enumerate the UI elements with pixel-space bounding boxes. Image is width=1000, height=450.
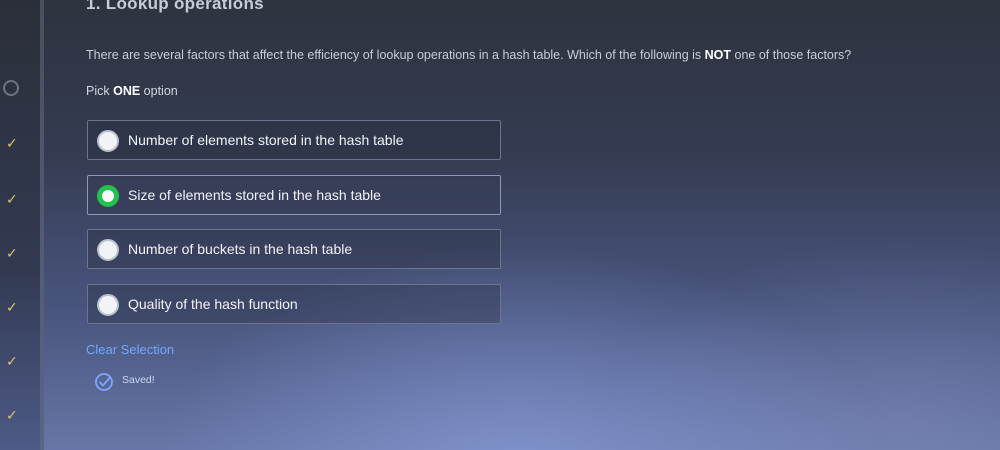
clear-selection-link[interactable]: Clear Selection <box>86 342 174 357</box>
option-label: Size of elements stored in the hash tabl… <box>128 187 381 203</box>
pick-suffix: option <box>140 84 178 98</box>
pick-prefix: Pick <box>86 84 114 98</box>
option-label: Number of elements stored in the hash ta… <box>128 132 404 148</box>
question-title: 1. Lookup operations <box>86 0 264 13</box>
pick-emphasis: ONE <box>113 84 141 98</box>
check-circle-icon <box>95 373 113 391</box>
selected-radio-icon[interactable] <box>97 185 119 207</box>
option-label: Quality of the hash function <box>128 296 298 312</box>
option-2[interactable]: Size of elements stored in the hash tabl… <box>87 175 501 215</box>
pick-instruction: Pick ONE option <box>86 84 178 98</box>
radio-button[interactable] <box>97 294 119 316</box>
check-icon[interactable]: ✓ <box>6 246 18 262</box>
rail-divider <box>40 0 44 450</box>
question-text-before: There are several factors that affect th… <box>86 48 705 62</box>
check-icon[interactable]: ✓ <box>6 192 18 208</box>
check-icon[interactable]: ✓ <box>6 300 18 316</box>
question-text-emphasis: NOT <box>704 48 732 62</box>
check-icon[interactable]: ✓ <box>6 136 18 152</box>
check-icon[interactable]: ✓ <box>6 408 18 424</box>
saved-label: Saved! <box>122 374 155 386</box>
option-4[interactable]: Quality of the hash function <box>87 284 501 324</box>
option-3[interactable]: Number of buckets in the hash table <box>87 229 501 269</box>
radio-button[interactable] <box>97 130 119 152</box>
current-question-indicator[interactable] <box>3 80 19 96</box>
check-icon[interactable]: ✓ <box>6 354 18 370</box>
question-text-after: one of those factors? <box>731 48 852 62</box>
question-text: There are several factors that affect th… <box>86 48 851 62</box>
question-nav-rail: ✓ ✓ ✓ ✓ ✓ ✓ <box>0 0 44 450</box>
radio-button[interactable] <box>97 239 119 261</box>
option-1[interactable]: Number of elements stored in the hash ta… <box>87 120 501 160</box>
option-label: Number of buckets in the hash table <box>128 241 353 257</box>
